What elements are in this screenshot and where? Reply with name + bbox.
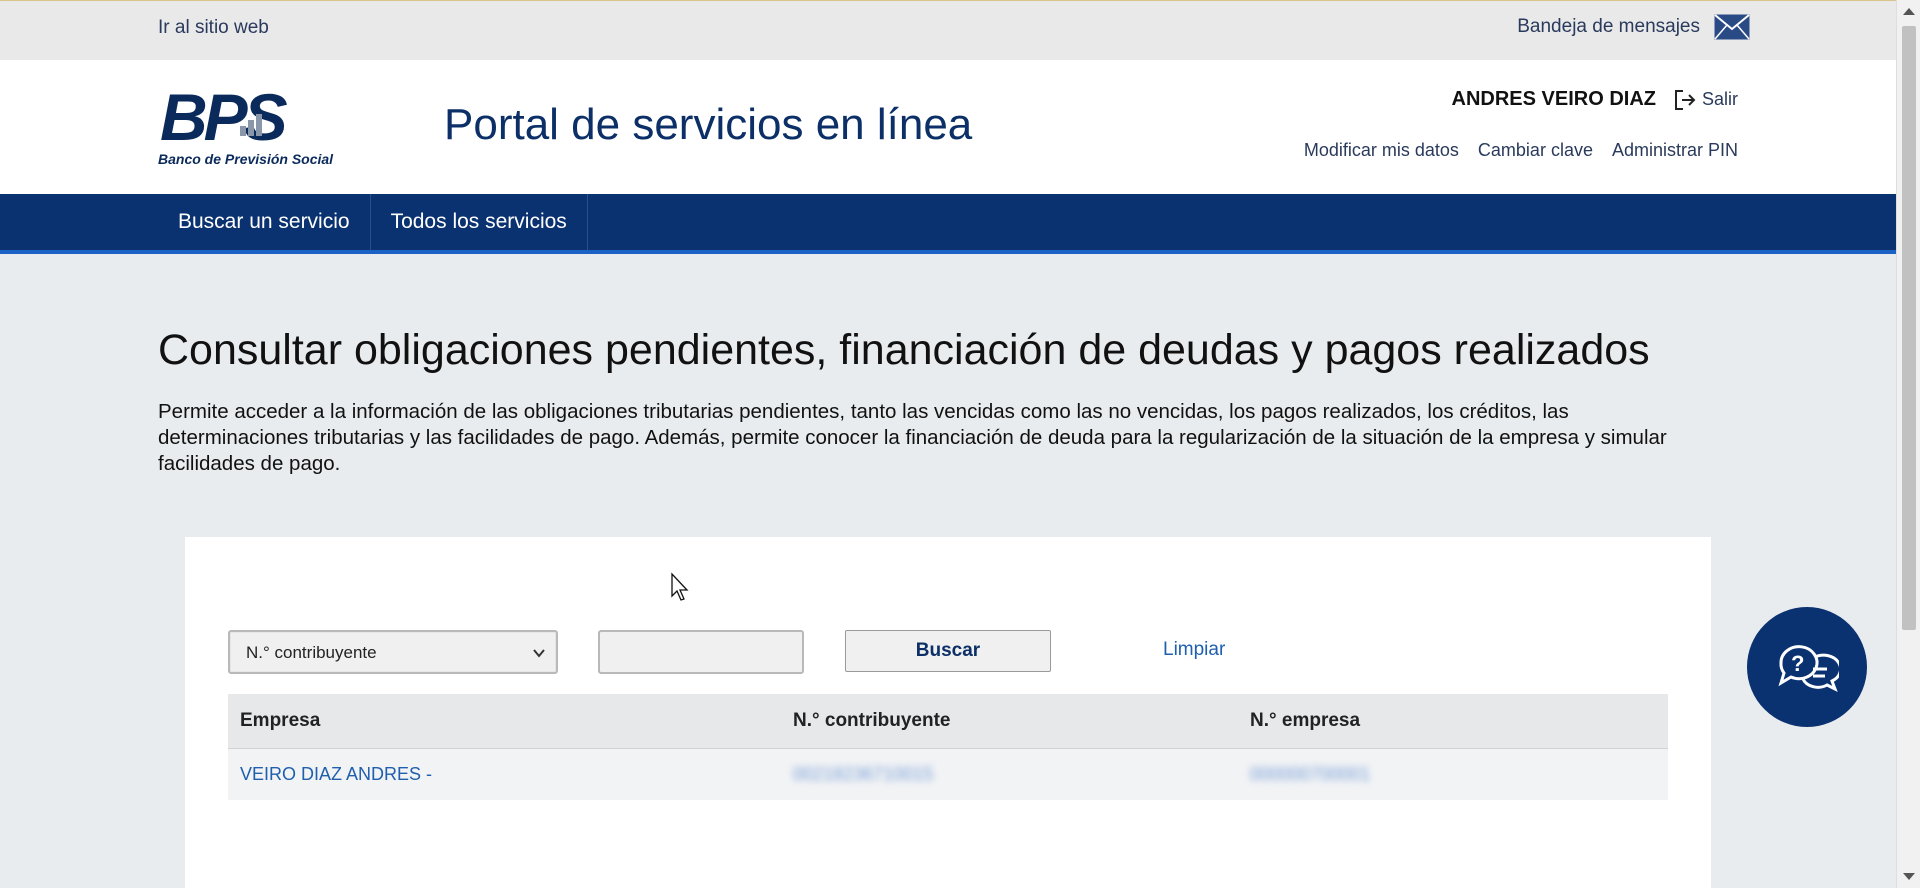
top-utility-bar: Ir al sitio web Bandeja de mensajes xyxy=(0,0,1896,60)
bps-logo[interactable]: BPS Banco de Previsión Social xyxy=(156,80,333,172)
search-row: N.° contribuyente Buscar Limpiar xyxy=(228,630,1668,676)
table-row: VEIRO DIAZ ANDRES - 00218236710015 00000… xyxy=(228,748,1668,800)
vertical-scrollbar[interactable] xyxy=(1896,0,1920,888)
site-header: BPS Banco de Previsión Social Portal de … xyxy=(0,60,1896,194)
contributor-number: 00218236710015 xyxy=(793,763,934,784)
search-type-select[interactable]: N.° contribuyente xyxy=(228,630,558,674)
page-description: Permite acceder a la información de las … xyxy=(158,400,1667,475)
logo-subtitle: Banco de Previsión Social xyxy=(158,151,334,167)
inbox-label: Bandeja de mensajes xyxy=(1517,16,1700,37)
search-type-value: N.° contribuyente xyxy=(246,643,377,662)
svg-text:BPS: BPS xyxy=(160,82,288,148)
search-button[interactable]: Buscar xyxy=(845,630,1051,672)
scroll-up-arrow[interactable] xyxy=(1903,8,1915,15)
logout-icon xyxy=(1674,89,1696,110)
company-link[interactable]: VEIRO DIAZ ANDRES - xyxy=(228,748,781,800)
help-chat-button[interactable]: ? xyxy=(1747,607,1867,727)
enterprise-number-cell: 000000700001 xyxy=(1238,748,1668,800)
inbox-link[interactable]: Bandeja de mensajes xyxy=(1517,14,1750,40)
nav-item-all-services[interactable]: Todos los servicios xyxy=(371,194,588,250)
envelope-icon xyxy=(1714,14,1750,40)
modify-data-link[interactable]: Modificar mis datos xyxy=(1304,140,1459,161)
results-table: Empresa N.° contribuyente N.° empresa VE… xyxy=(228,694,1668,800)
logout-button[interactable]: Salir xyxy=(1674,89,1738,111)
portal-title: Portal de servicios en línea xyxy=(444,100,973,149)
manage-pin-link[interactable]: Administrar PIN xyxy=(1612,140,1738,161)
contributor-number-cell: 00218236710015 xyxy=(781,748,1238,800)
search-panel: N.° contribuyente Buscar Limpiar Empresa… xyxy=(185,537,1711,888)
clear-link[interactable]: Limpiar xyxy=(1163,639,1225,661)
logout-label: Salir xyxy=(1701,89,1738,109)
nav-item-search-service[interactable]: Buscar un servicio xyxy=(158,194,371,250)
search-input[interactable] xyxy=(598,630,804,674)
scroll-down-arrow[interactable] xyxy=(1903,873,1915,880)
svg-text:?: ? xyxy=(1791,651,1804,676)
user-name: ANDRES VEIRO DIAZ xyxy=(1451,88,1656,110)
account-links: Modificar mis datos Cambiar clave Admini… xyxy=(1304,140,1738,161)
table-header-row: Empresa N.° contribuyente N.° empresa xyxy=(228,694,1668,749)
chevron-down-icon xyxy=(533,649,545,658)
user-block: ANDRES VEIRO DIAZ Salir xyxy=(1452,88,1738,111)
chat-help-icon: ? xyxy=(1778,645,1839,693)
change-password-link[interactable]: Cambiar clave xyxy=(1478,140,1593,161)
enterprise-number: 000000700001 xyxy=(1250,763,1371,784)
page-title: Consultar obligaciones pendientes, finan… xyxy=(158,326,1650,374)
column-header-contributor: N.° contribuyente xyxy=(781,694,1238,749)
column-header-company: Empresa xyxy=(228,694,781,749)
main-nav: Buscar un servicio Todos los servicios xyxy=(0,194,1896,254)
scroll-thumb[interactable] xyxy=(1902,26,1916,630)
column-header-enterprise: N.° empresa xyxy=(1238,694,1668,749)
site-link[interactable]: Ir al sitio web xyxy=(158,17,269,39)
bps-logo-mark: BPS xyxy=(160,80,292,154)
mouse-cursor-icon xyxy=(671,572,689,601)
